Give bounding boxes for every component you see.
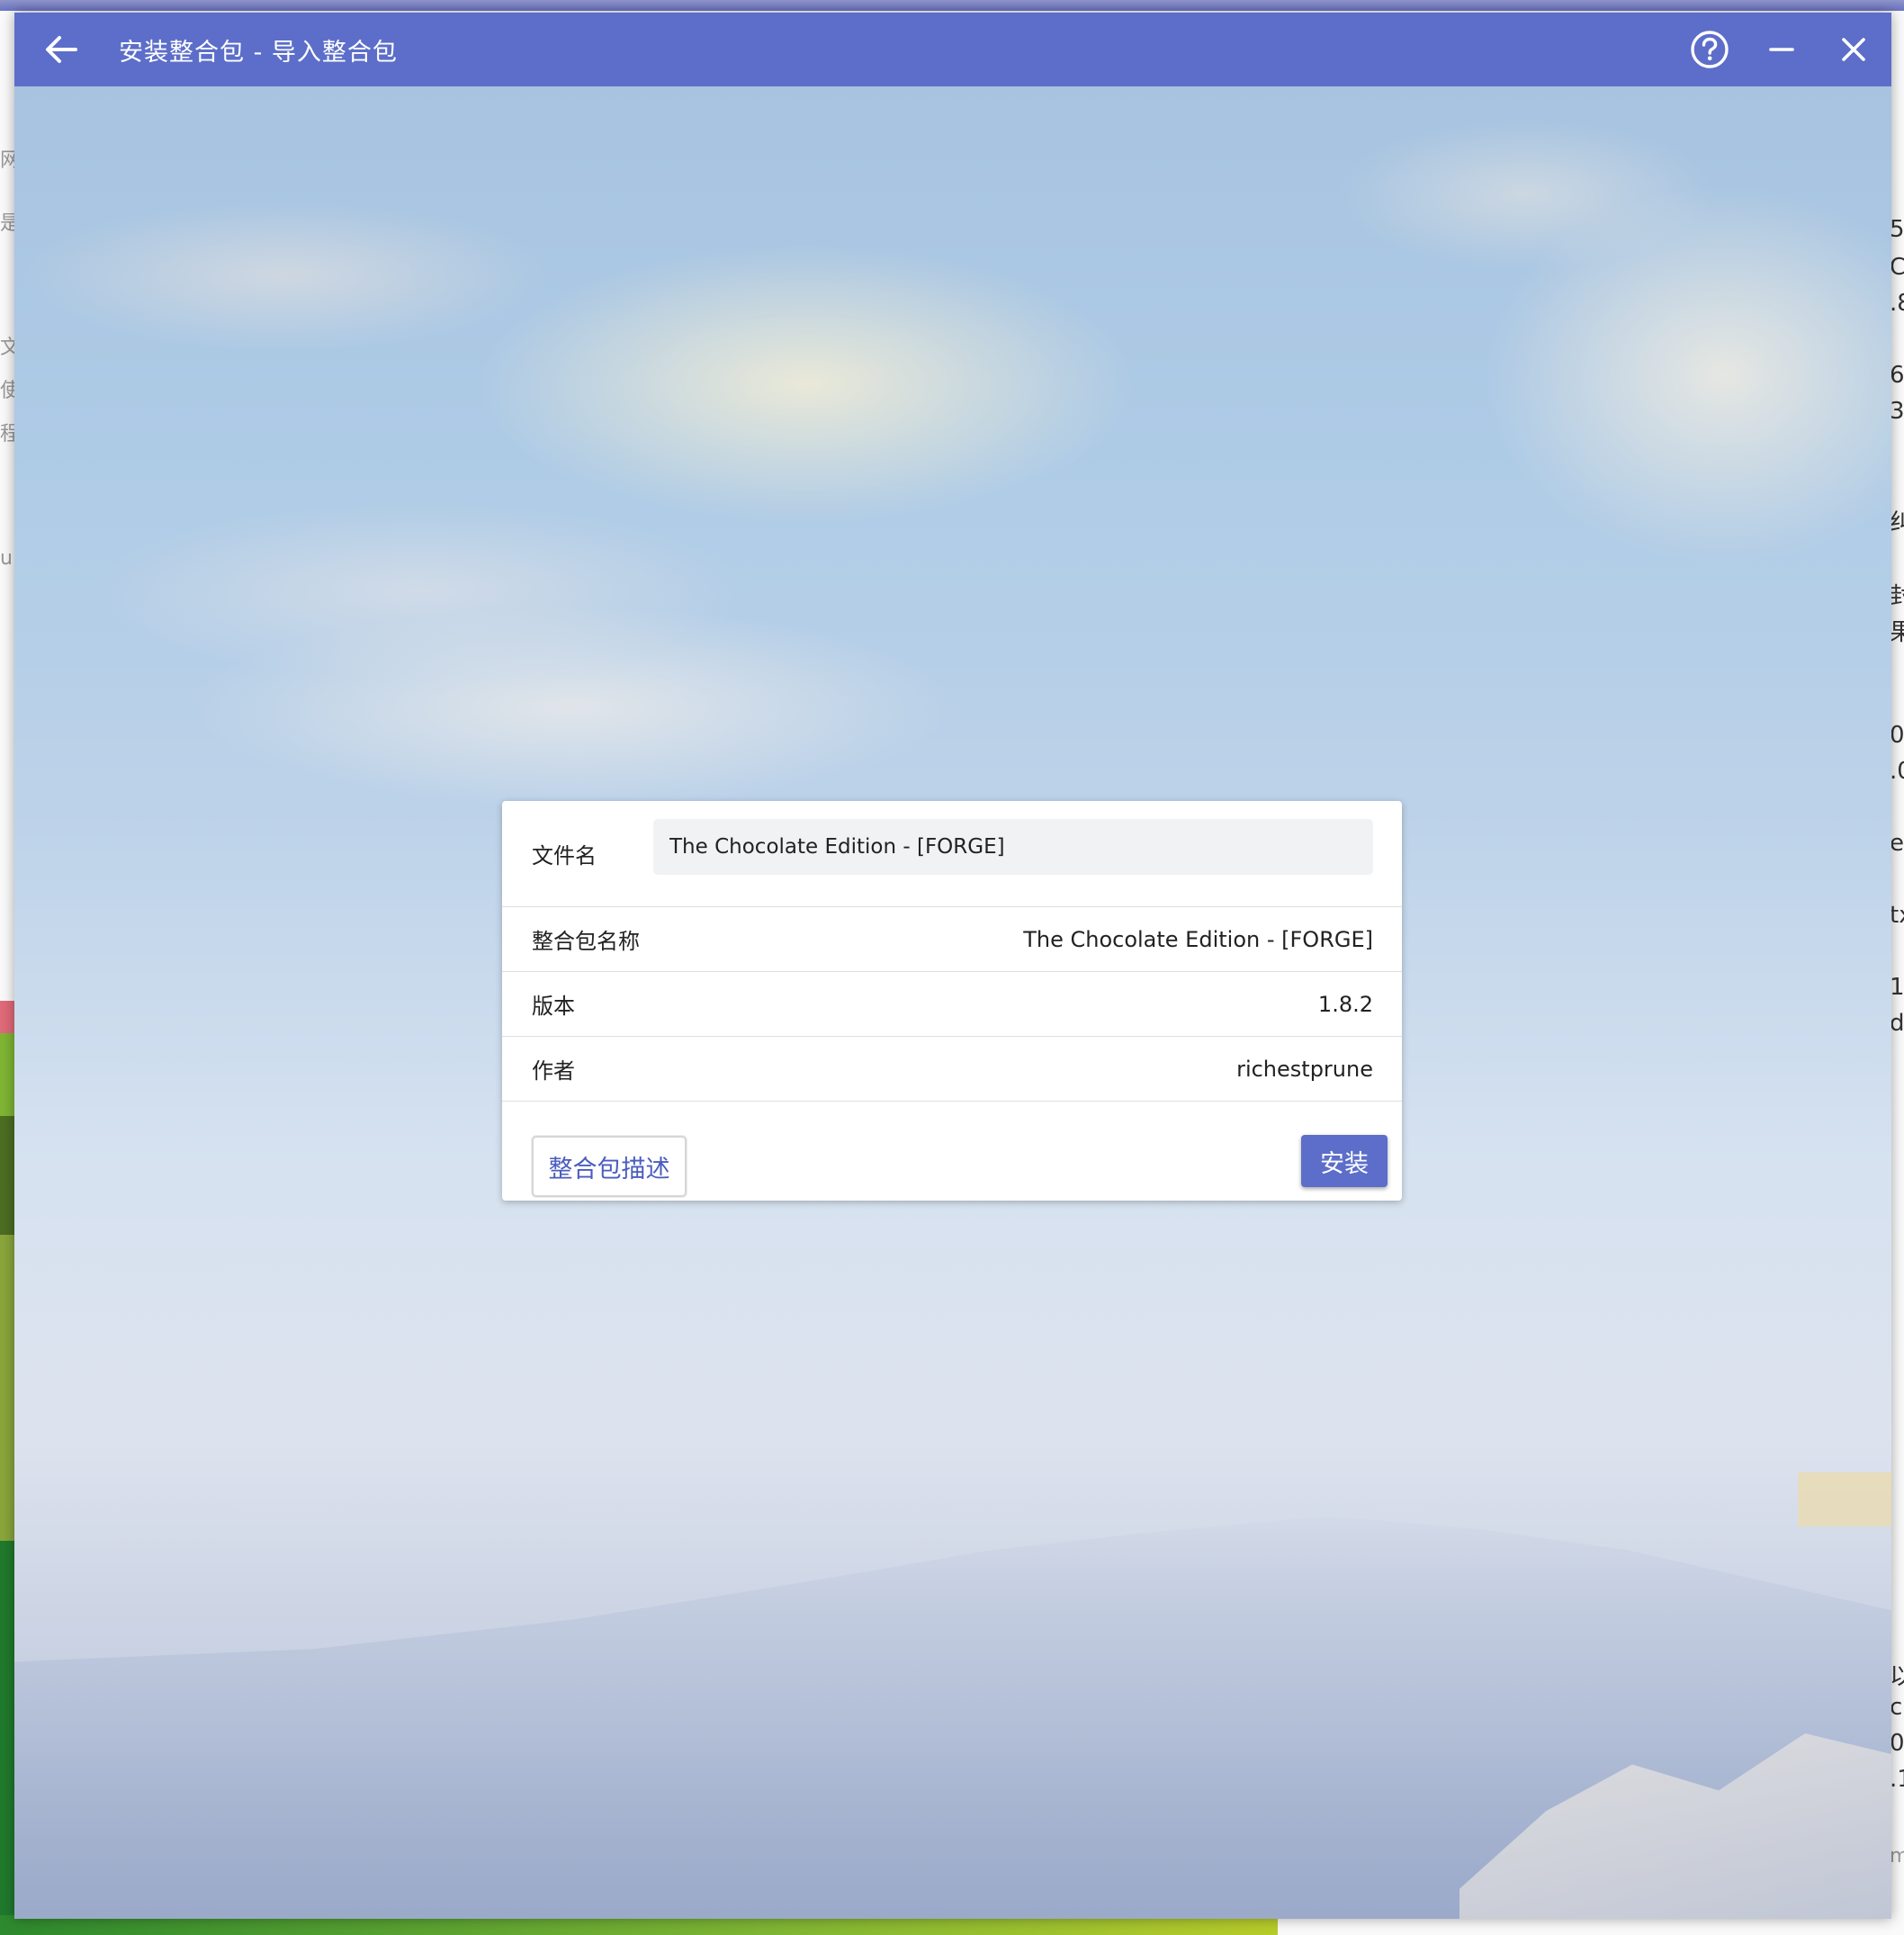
titlebar: 安装整合包 - 导入整合包 <box>14 13 1891 86</box>
background-text: m <box>1890 1845 1904 1868</box>
background-text: C <box>1890 254 1904 281</box>
background-text: .0 <box>1890 758 1904 785</box>
modpack-description-button[interactable]: 整合包描述 <box>532 1136 687 1197</box>
background-text: 果 <box>1890 619 1904 646</box>
background-text: 程 <box>0 423 14 446</box>
filename-label: 文件名 <box>532 843 597 868</box>
background-text: d <box>1890 1010 1904 1037</box>
background-sand <box>1798 1472 1891 1526</box>
help-button[interactable] <box>1683 22 1737 76</box>
background-text: 5 <box>1890 216 1904 243</box>
background-text: 封 <box>1890 583 1904 610</box>
screen: 网 是 文 使 程 u a g 5 C .8 6 3f 纠 封 果 0 .0 e… <box>0 0 1904 1935</box>
background-app-titlebar <box>0 0 1904 11</box>
version-row: 版本 1.8.2 <box>502 972 1402 1037</box>
background-text: 0 <box>1890 1730 1904 1757</box>
filename-input[interactable] <box>653 819 1373 875</box>
background-game-thumbnail <box>0 1001 14 1935</box>
minimize-button[interactable] <box>1755 22 1809 76</box>
back-button[interactable] <box>34 22 88 76</box>
filename-row: 文件名 <box>502 801 1402 907</box>
background-text: 是 <box>0 212 14 235</box>
background-text: .8 <box>1890 290 1904 317</box>
background-text: e <box>1890 830 1904 857</box>
minimize-icon <box>1769 48 1794 51</box>
author-label: 作者 <box>532 1058 575 1084</box>
arrow-left-icon <box>46 36 77 63</box>
close-icon <box>1842 38 1865 61</box>
modpack-info-card: 文件名 整合包名称 The Chocolate Edition - [FORGE… <box>502 801 1402 1201</box>
import-modpack-window: 安装整合包 - 导入整合包 文件名 The Chocolate Edition … <box>14 13 1891 1919</box>
background-text: 3f <box>1890 398 1904 425</box>
help-circle-icon <box>1691 31 1729 68</box>
version-label: 版本 <box>532 994 575 1019</box>
modpack-name-row: 整合包名称 The Chocolate Edition - [FORGE] <box>502 907 1402 972</box>
background-text: 0 <box>1890 722 1904 749</box>
author-value: richestprune <box>1236 1056 1373 1082</box>
background-text: 纠 <box>1890 509 1904 536</box>
window-title: 安装整合包 - 导入整合包 <box>119 38 398 67</box>
background-text: 文 <box>0 337 14 359</box>
background-text: 1 <box>1890 974 1904 1001</box>
background-text: .1 <box>1890 1766 1904 1793</box>
background-text: tx <box>1890 902 1904 929</box>
window-controls <box>1665 22 1881 76</box>
background-text: 网 <box>0 149 14 172</box>
background-text: 6 <box>1890 362 1904 389</box>
modpack-name-label: 整合包名称 <box>532 929 640 954</box>
background-text: 使 <box>0 380 14 402</box>
version-value: 1.8.2 <box>1317 991 1373 1017</box>
modpack-name-value: The Chocolate Edition - [FORGE] <box>1023 926 1373 952</box>
background-text: c <box>1890 1694 1903 1721</box>
install-button[interactable]: 安装 <box>1301 1135 1388 1187</box>
background-text: u <box>0 547 13 570</box>
author-row: 作者 richestprune <box>502 1037 1402 1102</box>
background-text: 以 <box>1890 1663 1904 1690</box>
close-button[interactable] <box>1827 22 1881 76</box>
